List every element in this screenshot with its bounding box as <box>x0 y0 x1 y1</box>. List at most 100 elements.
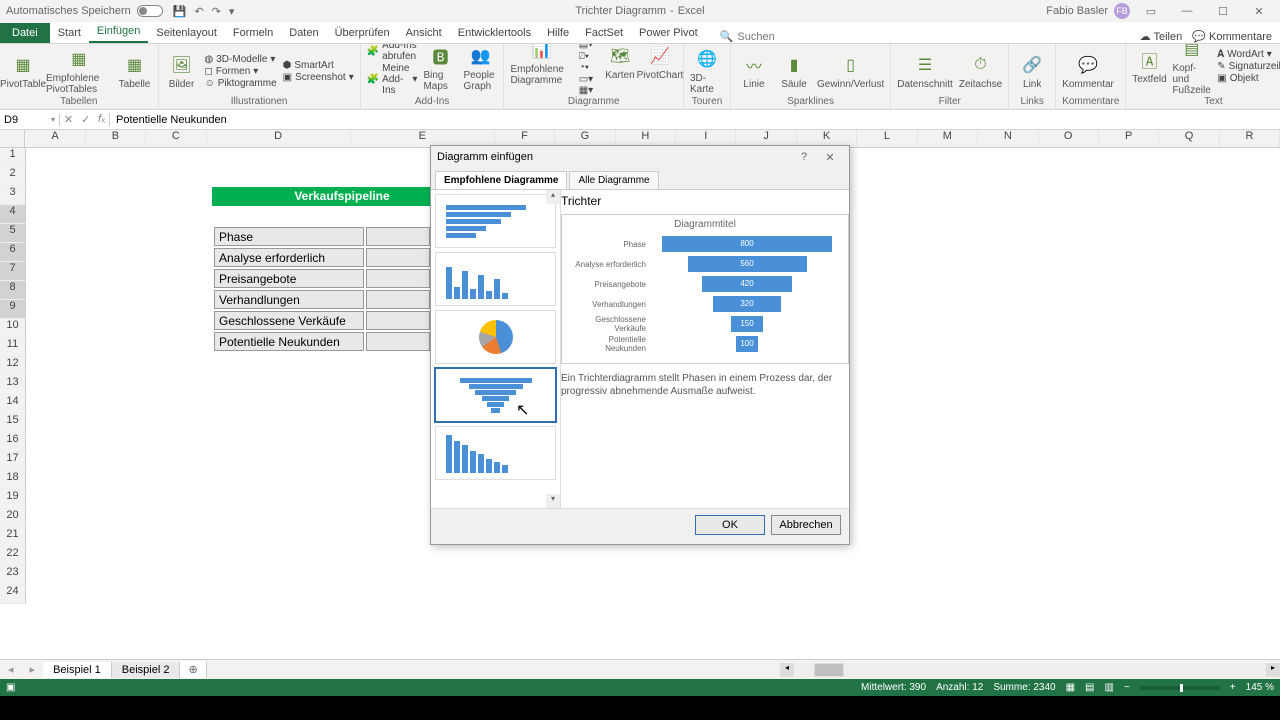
col-header[interactable]: R <box>1220 130 1280 147</box>
cancel-formula-icon[interactable]: ✕ <box>64 113 73 126</box>
col-header[interactable]: A <box>25 130 85 147</box>
tab-all[interactable]: Alle Diagramme <box>569 171 658 189</box>
row-header[interactable]: 21 <box>0 528 26 547</box>
record-macro-icon[interactable]: ▣ <box>6 682 15 693</box>
timeline-button[interactable]: ⏱Zeitachse <box>959 53 1002 90</box>
view-pagebreak-icon[interactable]: ▥ <box>1105 682 1114 693</box>
object-button[interactable]: ▣ Objekt <box>1217 73 1280 84</box>
row-header[interactable]: 13 <box>0 376 26 395</box>
maximize-icon[interactable]: ☐ <box>1208 5 1238 18</box>
zoom-level[interactable]: 145 % <box>1246 682 1274 693</box>
pictures-button[interactable]: 🖼Bilder <box>165 53 199 90</box>
thumb-pie[interactable] <box>435 310 556 364</box>
search-label[interactable]: Suchen <box>737 31 774 43</box>
recommended-charts-button[interactable]: 📊Empfohlene Diagramme <box>510 44 572 86</box>
minimize-icon[interactable]: ― <box>1172 5 1202 17</box>
row-header[interactable]: 14 <box>0 395 26 414</box>
formula-content[interactable]: Potentielle Neukunden <box>110 114 227 126</box>
tab-factset[interactable]: FactSet <box>577 23 631 43</box>
row-header[interactable]: 6 <box>0 243 26 262</box>
chart-bar-icon[interactable]: ▭▾ ▦▾ <box>579 74 597 96</box>
spark-line-button[interactable]: 〰Linie <box>737 53 771 90</box>
user-name[interactable]: Fabio Basler <box>1046 5 1108 17</box>
comment-button[interactable]: 💬Kommentar <box>1062 53 1114 90</box>
tab-dev[interactable]: Entwicklertools <box>450 23 539 43</box>
qat-more-icon[interactable]: ▾ <box>229 5 235 18</box>
row-header[interactable]: 23 <box>0 566 26 585</box>
pipeline-table[interactable]: Phase Analyse erforderlich Preisangebote… <box>212 225 432 353</box>
thumb-clustered[interactable] <box>435 252 556 306</box>
zoom-out-icon[interactable]: − <box>1124 682 1130 693</box>
col-header[interactable]: P <box>1099 130 1159 147</box>
table-button[interactable]: ▦Tabelle <box>118 53 152 90</box>
fx-icon[interactable]: 𝑓ₓ <box>98 113 105 126</box>
get-addins-button[interactable]: 🧩 Add-Ins abrufen <box>367 44 418 62</box>
tab-insert[interactable]: Einfügen <box>89 21 148 43</box>
row-header[interactable]: 10 <box>0 319 26 338</box>
ok-button[interactable]: OK <box>695 515 765 535</box>
row-header[interactable]: 16 <box>0 433 26 452</box>
row-header[interactable]: 5 <box>0 224 26 243</box>
tab-view[interactable]: Ansicht <box>398 23 450 43</box>
col-header[interactable]: O <box>1039 130 1099 147</box>
row-header[interactable]: 11 <box>0 338 26 357</box>
share-button[interactable]: ☁ Teilen <box>1140 30 1183 43</box>
row-header[interactable]: 15 <box>0 414 26 433</box>
row-header[interactable]: 24 <box>0 585 26 604</box>
pivotchart-button[interactable]: 📈PivotChart <box>643 44 677 81</box>
search-icon[interactable]: 🔍 <box>720 30 734 43</box>
dialog-help-icon[interactable]: ? <box>791 151 817 163</box>
people-graph-button[interactable]: 👥People Graph <box>463 44 497 92</box>
shapes-button[interactable]: ◻ Formen ▾ <box>205 66 277 77</box>
3dmodels-button[interactable]: ◍ 3D-Modelle ▾ <box>205 54 277 65</box>
chart-line-icon[interactable]: ⍁▾ ◔▾ <box>579 51 597 73</box>
col-header[interactable]: D <box>207 130 351 147</box>
header-footer-button[interactable]: ▤Kopf- und Fußzeile <box>1172 44 1211 96</box>
redo-icon[interactable]: ↷ <box>212 5 221 18</box>
thumb-funnel[interactable] <box>435 368 556 422</box>
recommended-pivot-button[interactable]: ▦Empfohlene PivotTables <box>46 47 112 95</box>
col-header[interactable]: M <box>918 130 978 147</box>
cancel-button[interactable]: Abbrechen <box>771 515 841 535</box>
row-header[interactable]: 22 <box>0 547 26 566</box>
screenshot-button[interactable]: ▣ Screenshot ▾ <box>283 72 354 83</box>
avatar[interactable]: FB <box>1114 3 1130 19</box>
sheet-nav-prev-icon[interactable]: ◂ <box>0 663 22 676</box>
view-normal-icon[interactable]: ▦ <box>1066 682 1075 693</box>
name-box[interactable]: D9 <box>0 114 60 126</box>
bing-maps-button[interactable]: 🅱Bing Maps <box>423 44 457 92</box>
col-header[interactable]: N <box>978 130 1038 147</box>
row-header[interactable]: 3 <box>0 186 26 205</box>
scroll-down-icon[interactable]: ▾ <box>546 494 560 508</box>
tab-help[interactable]: Hilfe <box>539 23 577 43</box>
row-header[interactable]: 2 <box>0 167 26 186</box>
view-layout-icon[interactable]: ▤ <box>1085 682 1094 693</box>
close-icon[interactable]: ✕ <box>1244 5 1274 18</box>
comments-button[interactable]: 💬 Kommentare <box>1192 30 1272 43</box>
dialog-close-icon[interactable]: ✕ <box>817 151 843 164</box>
my-addins-button[interactable]: 🧩 Meine Add-Ins ▾ <box>367 63 418 96</box>
save-icon[interactable]: 💾 <box>173 5 187 18</box>
autosave-toggle[interactable] <box>137 5 163 17</box>
row-header[interactable]: 18 <box>0 471 26 490</box>
slicer-button[interactable]: ☰Datenschnitt <box>897 53 953 90</box>
row-header[interactable]: 12 <box>0 357 26 376</box>
col-header[interactable]: B <box>86 130 146 147</box>
spark-col-button[interactable]: ▮Säule <box>777 53 811 90</box>
zoom-slider[interactable] <box>1140 686 1220 690</box>
col-header[interactable]: L <box>857 130 917 147</box>
tab-start[interactable]: Start <box>50 23 89 43</box>
row-header[interactable]: 19 <box>0 490 26 509</box>
tab-formulas[interactable]: Formeln <box>225 23 281 43</box>
zoom-in-icon[interactable]: + <box>1230 682 1236 693</box>
undo-icon[interactable]: ↶ <box>194 5 203 18</box>
smartart-button[interactable]: ⬢ SmartArt <box>283 60 354 71</box>
tab-file[interactable]: Datei <box>0 23 50 43</box>
row-header[interactable]: 17 <box>0 452 26 471</box>
sheet-nav-next-icon[interactable]: ▸ <box>22 663 44 676</box>
tab-review[interactable]: Überprüfen <box>327 23 398 43</box>
scroll-up-icon[interactable]: ▴ <box>546 190 560 204</box>
row-header[interactable]: 20 <box>0 509 26 528</box>
col-header[interactable]: C <box>146 130 206 147</box>
col-header[interactable]: Q <box>1159 130 1219 147</box>
